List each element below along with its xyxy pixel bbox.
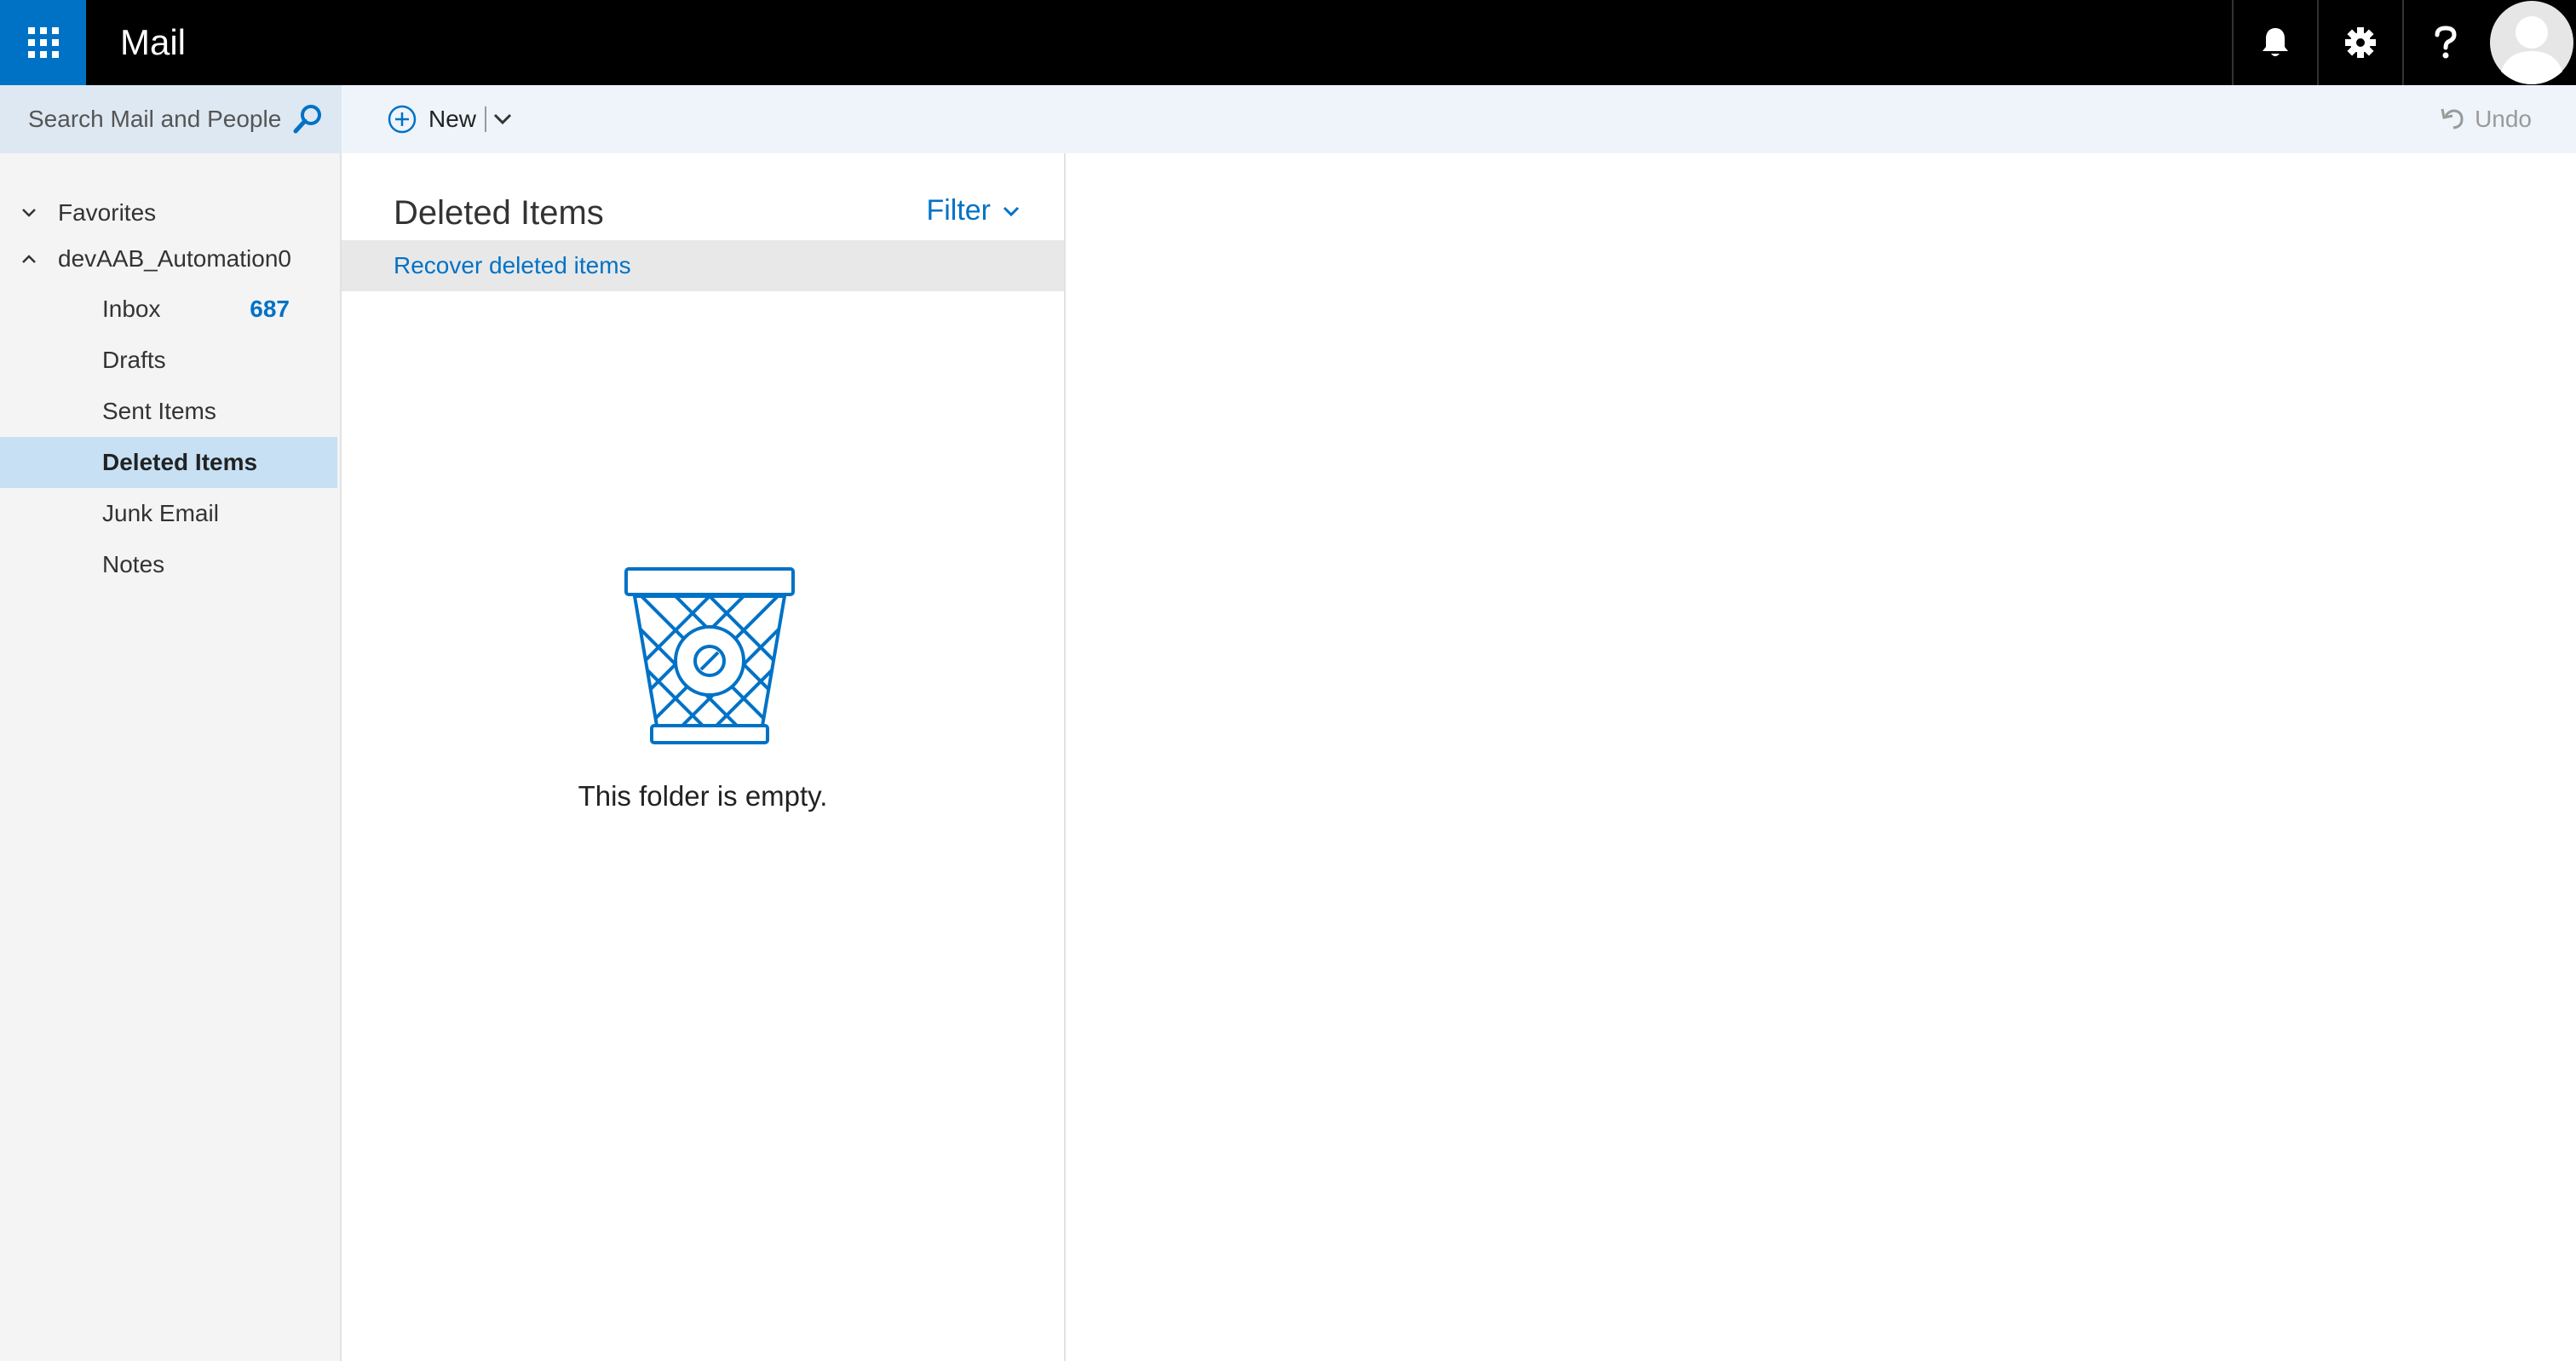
undo-button[interactable]: Undo (2439, 85, 2532, 153)
folder-label: Sent Items (102, 398, 216, 424)
folder-label: Notes (102, 551, 165, 577)
folder-label: Inbox (102, 296, 161, 322)
favorites-toggle[interactable] (0, 208, 58, 218)
folder-drafts[interactable]: Drafts (0, 335, 337, 386)
chevron-down-icon[interactable] (493, 113, 512, 125)
folder-pane: Favorites devAAB_Automation03 Inbox 687 … (0, 153, 342, 1361)
avatar-icon (2490, 1, 2573, 84)
app-title[interactable]: Mail (120, 22, 2232, 63)
folder-sent-items[interactable]: Sent Items (0, 386, 337, 437)
account-label: devAAB_Automation03 (58, 245, 292, 272)
folder-junk-email[interactable]: Junk Email (0, 488, 337, 539)
top-bar-actions (2232, 0, 2576, 85)
help-icon (2435, 26, 2457, 59)
undo-icon (2441, 108, 2464, 129)
top-bar: Mail (0, 0, 2576, 85)
chevron-down-icon (1003, 206, 1020, 216)
folder-deleted-items[interactable]: Deleted Items (0, 437, 337, 488)
settings-button[interactable] (2317, 0, 2402, 85)
search-input[interactable]: Search Mail and People (0, 85, 342, 153)
recover-deleted-items-link[interactable]: Recover deleted items (394, 252, 631, 279)
bell-icon (2263, 28, 2288, 56)
folder-inbox[interactable]: Inbox 687 (0, 284, 337, 335)
recover-bar: Recover deleted items (342, 240, 1064, 291)
mail-app: Mail Search Mail and People New Undo Fav… (0, 0, 2576, 1361)
help-button[interactable] (2402, 0, 2487, 85)
folder-label: Deleted Items (102, 449, 258, 475)
app-launcher-icon (27, 27, 59, 58)
folder-label: Junk Email (102, 500, 219, 526)
folder-title: Deleted Items (394, 194, 604, 232)
empty-folder-message: This folder is empty. (578, 780, 828, 812)
account-header[interactable]: devAAB_Automation03 (0, 238, 342, 280)
filter-button[interactable]: Filter (926, 194, 1020, 227)
chevron-down-icon (22, 209, 36, 217)
favorites-label: Favorites (58, 199, 157, 226)
undo-label: Undo (2475, 106, 2532, 132)
search-icon[interactable] (292, 104, 323, 135)
filter-label: Filter (926, 194, 991, 227)
command-bar: Search Mail and People New Undo (0, 85, 2576, 153)
new-label: New (428, 106, 477, 132)
new-divider (485, 106, 487, 132)
new-message-button[interactable]: New (388, 85, 512, 153)
empty-trash-icon (624, 567, 795, 744)
account-toggle[interactable] (0, 254, 58, 264)
plus-circle-icon (388, 105, 417, 134)
search-placeholder: Search Mail and People (28, 106, 282, 132)
favorites-header[interactable]: Favorites (0, 192, 342, 234)
folder-notes[interactable]: Notes (0, 539, 337, 590)
account-avatar-button[interactable] (2487, 0, 2576, 85)
message-list-pane: Deleted Items Filter Recover deleted ite… (342, 153, 1066, 1361)
filter-chevron (1003, 205, 1020, 217)
unread-count: 687 (250, 296, 290, 322)
notifications-button[interactable] (2232, 0, 2317, 85)
reading-pane (1066, 153, 2576, 1361)
folder-label: Drafts (102, 347, 166, 373)
gear-icon (2345, 27, 2376, 58)
chevron-up-icon (22, 255, 36, 263)
app-launcher-button[interactable] (0, 0, 86, 85)
